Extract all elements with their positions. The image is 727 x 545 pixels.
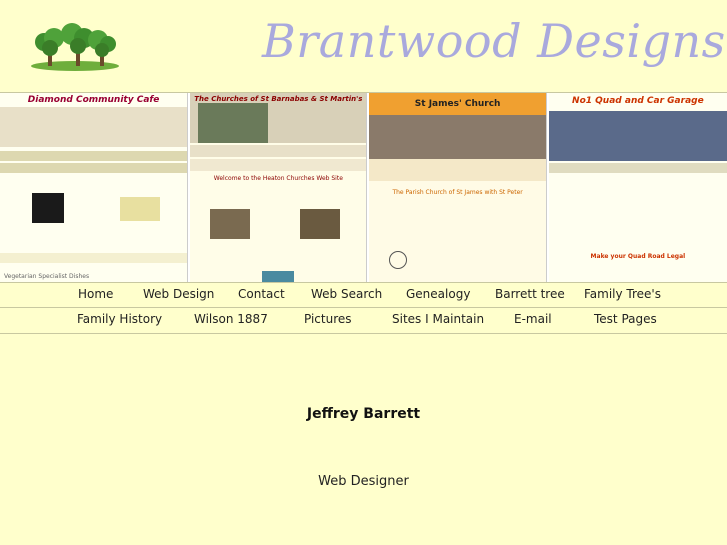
thumbnail-quad-garage[interactable]: No1 Quad and Car Garage Make your Quad R… bbox=[548, 93, 727, 282]
scores-doors-icon bbox=[120, 197, 160, 221]
nav-email[interactable]: E-mail bbox=[514, 312, 552, 326]
thumbnail-footer: The Parish Church of St James with St Pe… bbox=[392, 189, 523, 196]
nav-barrett-tree[interactable]: Barrett tree bbox=[495, 287, 565, 301]
thumbnail-title: Diamond Community Cafe bbox=[27, 95, 160, 105]
crest-icon bbox=[389, 251, 408, 269]
nav-contact[interactable]: Contact bbox=[238, 287, 285, 301]
thumbnail-title: St James' Church bbox=[414, 99, 501, 109]
nav-web-design[interactable]: Web Design bbox=[143, 287, 214, 301]
nav-row-2: Family History Wilson 1887 Pictures Site… bbox=[0, 307, 727, 334]
site-title: Brantwood Designs bbox=[262, 14, 726, 68]
owner-role: Web Designer bbox=[318, 474, 409, 489]
nav-test-pages[interactable]: Test Pages bbox=[594, 312, 657, 326]
thumbnail-diamond-cafe[interactable]: Diamond Community Cafe Vegetarian Specia… bbox=[0, 93, 189, 282]
thumbnail-title: No1 Quad and Car Garage bbox=[572, 96, 704, 106]
thumbnail-footer: Make your Quad Road Legal bbox=[590, 253, 686, 260]
site-header: Brantwood Designs bbox=[0, 0, 727, 92]
nav-wilson-1887[interactable]: Wilson 1887 bbox=[194, 312, 268, 326]
owner-name: Jeffrey Barrett bbox=[306, 406, 421, 422]
nav-genealogy[interactable]: Genealogy bbox=[406, 287, 470, 301]
nav-web-search[interactable]: Web Search bbox=[311, 287, 382, 301]
nav-home[interactable]: Home bbox=[78, 287, 113, 301]
thumbnail-title: The Churches of St Barnabas & St Martin'… bbox=[194, 95, 363, 103]
nav-sites-i-maintain[interactable]: Sites I Maintain bbox=[392, 312, 484, 326]
fairtrade-icon bbox=[32, 193, 64, 223]
nav-pictures[interactable]: Pictures bbox=[304, 312, 352, 326]
nav-family-history[interactable]: Family History bbox=[77, 312, 162, 326]
nav-family-trees[interactable]: Family Tree's bbox=[584, 287, 661, 301]
thumbnail-footer: Vegetarian Specialist Dishes bbox=[4, 273, 90, 280]
trees-logo-icon bbox=[31, 23, 119, 71]
thumbnail-heaton-churches[interactable]: The Churches of St Barnabas & St Martin'… bbox=[190, 93, 368, 282]
thumbnail-st-james-church[interactable]: St James' Church The Parish Church of St… bbox=[369, 93, 547, 282]
thumbnail-footer: Welcome to the Heaton Churches Web Site bbox=[213, 175, 343, 182]
portfolio-thumbnails: Diamond Community Cafe Vegetarian Specia… bbox=[0, 92, 727, 282]
nav-row-1: Home Web Design Contact Web Search Genea… bbox=[0, 282, 727, 308]
